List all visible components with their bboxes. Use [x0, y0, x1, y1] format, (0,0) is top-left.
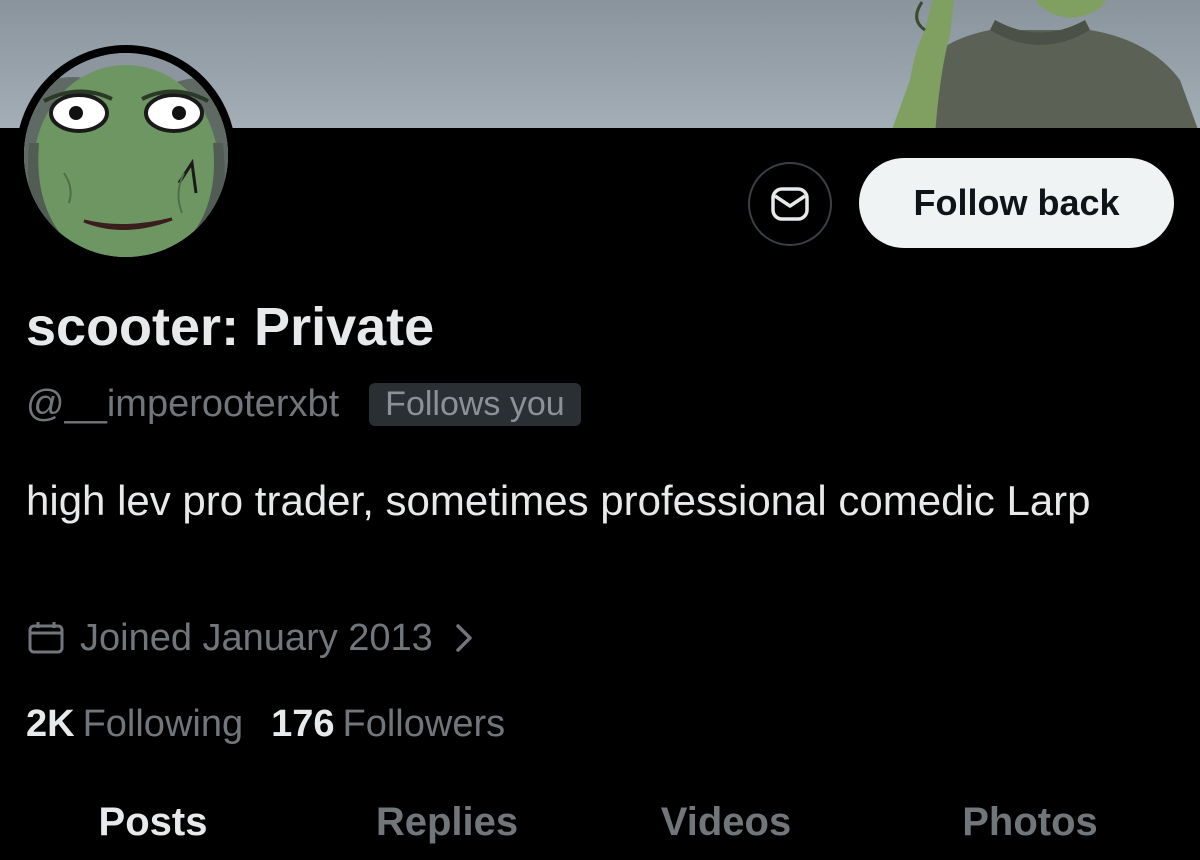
avatar-face-image — [24, 53, 228, 257]
tab-photos[interactable]: Photos — [962, 800, 1098, 845]
calendar-icon — [26, 618, 66, 658]
display-name: scooter: Private — [26, 297, 435, 357]
banner-character-image — [892, 0, 1198, 128]
profile-handle: @__imperooterxbt — [26, 382, 340, 425]
profile-tabs: Posts Replies Videos Photos — [0, 800, 1200, 860]
chevron-right-icon — [453, 621, 475, 655]
followers-label: Followers — [342, 702, 506, 745]
handle-row: @__imperooterxbt Follows you — [26, 378, 581, 430]
tab-replies[interactable]: Replies — [376, 800, 518, 845]
tab-videos[interactable]: Videos — [661, 800, 791, 845]
followers-stat[interactable]: 176 Followers — [271, 703, 505, 746]
message-button[interactable] — [748, 162, 832, 246]
joined-date-text: Joined January 2013 — [80, 616, 433, 659]
avatar[interactable] — [24, 53, 228, 257]
following-count: 2K — [26, 702, 75, 745]
profile-bio: high lev pro trader, sometimes professio… — [26, 477, 1091, 524]
follow-back-button[interactable]: Follow back — [859, 158, 1174, 248]
tab-posts[interactable]: Posts — [99, 800, 208, 845]
following-label: Following — [82, 702, 244, 745]
joined-date-row[interactable]: Joined January 2013 — [26, 612, 475, 664]
avatar-border — [16, 45, 236, 265]
following-stat[interactable]: 2K Following — [26, 703, 243, 746]
follows-you-badge: Follows you — [369, 382, 581, 426]
follow-stats: 2K Following 176 Followers — [26, 696, 505, 752]
message-icon — [771, 187, 809, 221]
followers-count: 176 — [271, 702, 335, 745]
